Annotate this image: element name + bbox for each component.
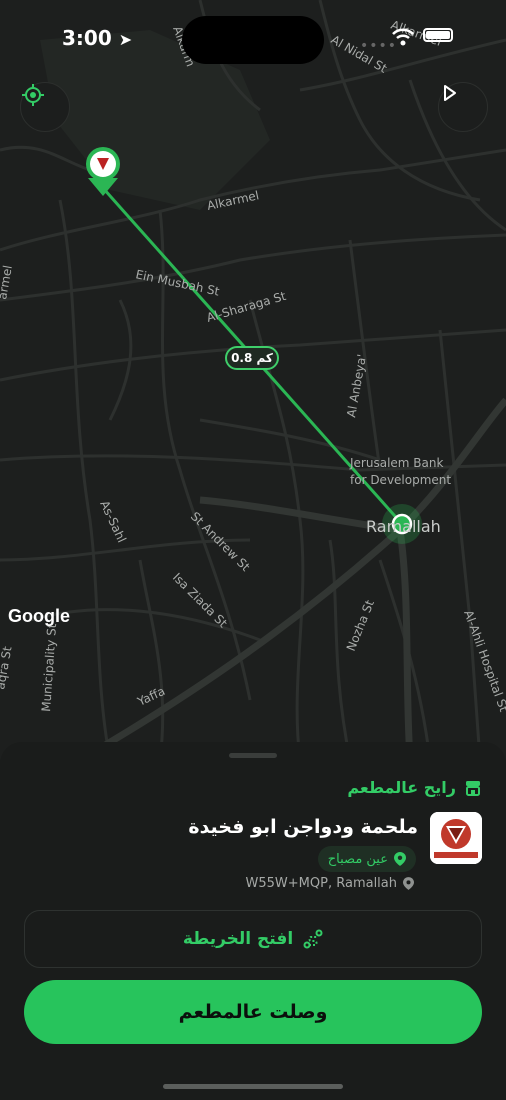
- restaurant-logo: [430, 812, 482, 864]
- sheet-handle[interactable]: [229, 753, 277, 758]
- map-label: Nozha St: [344, 598, 377, 653]
- home-indicator: [163, 1084, 343, 1089]
- restaurant-name: ملحمة ودواجن ابو فخيدة: [188, 816, 418, 838]
- address-row: W55W+MQP, Ramallah: [246, 876, 414, 891]
- going-to-restaurant-header: رايح عالمطعم: [347, 778, 482, 797]
- map-label: aqra St: [0, 645, 15, 690]
- open-map-button[interactable]: افتح الخريطة: [24, 910, 482, 968]
- map-label: Jerusalem Bank: [349, 456, 443, 470]
- locate-button[interactable]: [20, 82, 70, 132]
- start-navigation-button[interactable]: [438, 82, 488, 132]
- arrived-button[interactable]: وصلت عالمطعم: [24, 980, 482, 1044]
- map-label: armel: [0, 264, 15, 300]
- store-icon: [466, 780, 480, 796]
- map-label: Al Anbeya': [344, 353, 369, 418]
- status-time: 3:00 ➤: [62, 26, 133, 50]
- area-chip: عين مصباح: [317, 846, 416, 872]
- going-label: رايح عالمطعم: [347, 778, 456, 797]
- city-label: Ramallah: [366, 517, 441, 536]
- status-bar: 3:00 ➤ ••••: [0, 16, 506, 64]
- area-label: عين مصباح: [327, 851, 388, 867]
- location-pin-icon: [394, 852, 406, 866]
- location-pin-icon: [403, 877, 414, 890]
- wifi-icon: [392, 28, 414, 46]
- google-logo: Google: [8, 606, 70, 626]
- crosshair-icon: [22, 84, 44, 106]
- map-label: for Development: [350, 473, 451, 487]
- map-label: Municipality St: [39, 623, 59, 712]
- map-label: Al-Ahli Hospital St: [461, 608, 506, 714]
- bottom-sheet: رايح عالمطعم ملحمة ودواجن ابو فخيدة عين …: [0, 742, 506, 1100]
- route-icon: [303, 929, 323, 949]
- map-label: As-Sahl: [97, 498, 129, 544]
- dynamic-island: [182, 16, 324, 64]
- map-canvas: Alkarm Alkarmel Al Nidal St Alkarmel Ein…: [0, 0, 506, 760]
- play-icon: [444, 85, 456, 101]
- address-text: W55W+MQP, Ramallah: [245, 876, 397, 891]
- open-map-label: افتح الخريطة: [182, 929, 294, 949]
- distance-badge: 0.8 كم: [225, 346, 279, 370]
- battery-icon: [423, 28, 453, 42]
- map-view[interactable]: Alkarm Alkarmel Al Nidal St Alkarmel Ein…: [0, 0, 506, 760]
